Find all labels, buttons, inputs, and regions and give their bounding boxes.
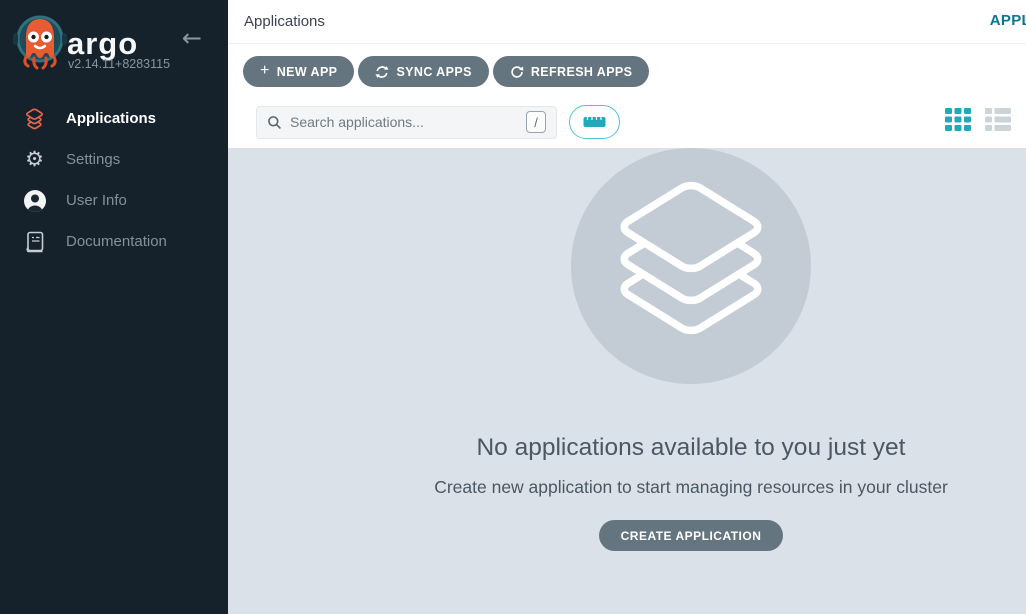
- sidebar-item-user-info[interactable]: User Info: [0, 180, 228, 221]
- collapse-sidebar-icon[interactable]: ←: [182, 24, 202, 52]
- sidebar-item-settings[interactable]: ⚙ Settings: [0, 139, 228, 180]
- sidebar: argo ← v2.14.11+8283115 Applications ⚙ S…: [0, 0, 228, 614]
- main-area: Applications APPL + NEW APP SYNC APPS: [228, 0, 1026, 614]
- book-icon: [21, 230, 48, 254]
- sidebar-item-documentation[interactable]: Documentation: [0, 221, 228, 262]
- new-app-button[interactable]: + NEW APP: [243, 56, 354, 87]
- sidebar-item-applications[interactable]: Applications: [0, 98, 228, 139]
- sync-apps-button[interactable]: SYNC APPS: [358, 56, 488, 87]
- refresh-apps-button[interactable]: REFRESH APPS: [493, 56, 650, 87]
- view-toggles: [945, 108, 1011, 131]
- sidebar-item-label: Settings: [66, 151, 120, 168]
- create-application-button[interactable]: CREATE APPLICATION: [599, 520, 784, 551]
- empty-state-title: No applications available to you just ye…: [292, 434, 1026, 462]
- sidebar-item-label: User Info: [66, 192, 127, 209]
- version-label: v2.14.11+8283115: [68, 57, 170, 71]
- argo-logo-icon: [12, 13, 68, 76]
- refresh-icon: [510, 65, 524, 79]
- sidebar-item-label: Applications: [66, 110, 156, 127]
- empty-state-circle: [571, 148, 811, 384]
- action-buttons: + NEW APP SYNC APPS: [243, 56, 649, 87]
- search-icon: [267, 115, 282, 130]
- gear-icon: ⚙: [21, 149, 48, 170]
- user-icon: [21, 189, 48, 213]
- sidebar-item-label: Documentation: [66, 233, 167, 250]
- applications-stack-icon: [21, 106, 48, 132]
- grid-view-icon[interactable]: [945, 108, 971, 131]
- toolbar: + NEW APP SYNC APPS: [228, 44, 1026, 147]
- sync-icon: [375, 65, 389, 79]
- status-bar-toggle-button[interactable]: [569, 105, 620, 139]
- search-input[interactable]: [290, 114, 526, 130]
- page-title: Applications: [244, 13, 325, 30]
- search-box[interactable]: /: [256, 106, 557, 139]
- list-view-icon[interactable]: [985, 108, 1011, 131]
- ruler-bar-icon: [583, 116, 606, 128]
- sidebar-header: argo ← v2.14.11+8283115: [0, 0, 228, 86]
- slash-shortcut-badge: /: [526, 111, 546, 133]
- applications-empty-state: No applications available to you just ye…: [228, 148, 1026, 614]
- plus-icon: +: [260, 62, 270, 80]
- top-bar: Applications APPL: [228, 0, 1026, 44]
- search-row: /: [256, 105, 620, 139]
- empty-state-subtitle: Create new application to start managing…: [292, 477, 1026, 498]
- sidebar-nav: Applications ⚙ Settings User Info: [0, 98, 228, 262]
- applications-breadcrumb-link[interactable]: APPL: [990, 12, 1026, 29]
- layered-stack-icon: [611, 170, 771, 340]
- empty-state-wrap: No applications available to you just ye…: [292, 148, 1026, 551]
